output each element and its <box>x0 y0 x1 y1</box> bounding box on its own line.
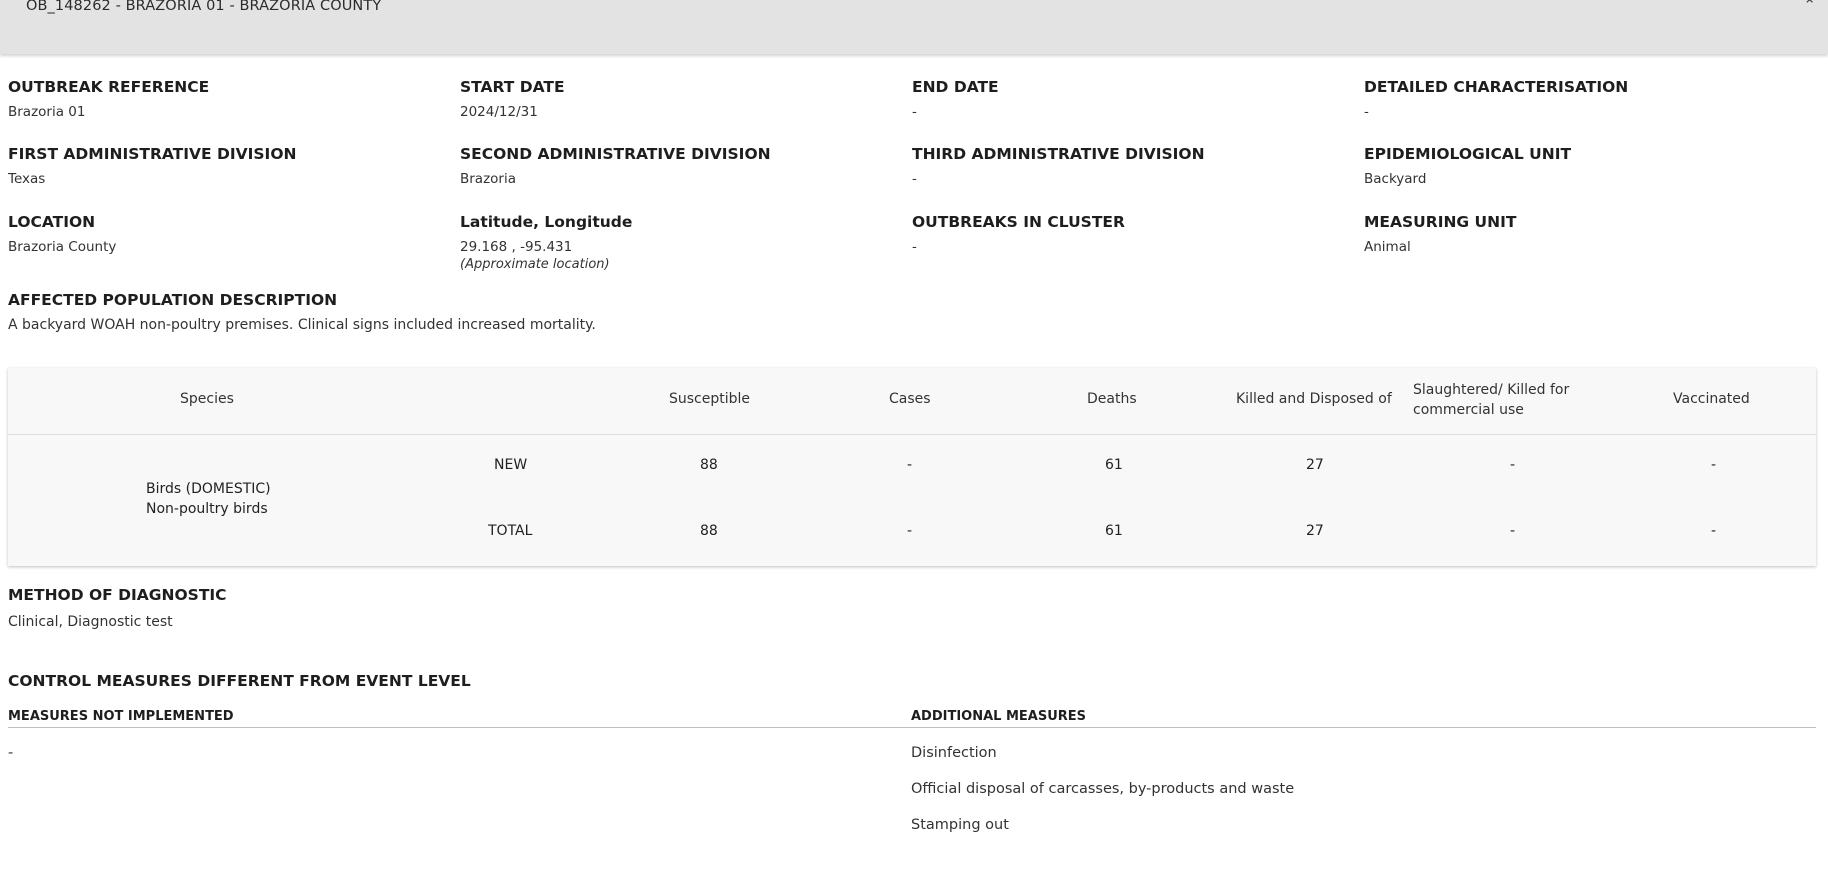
not-implemented-value: - <box>8 745 14 761</box>
row-type: NEW <box>494 457 528 473</box>
species-name: Birds (DOMESTIC) <box>146 481 271 497</box>
slaughtered-value: - <box>1510 457 1516 473</box>
column-header-vaccinated: Vaccinated <box>1673 391 1750 407</box>
end-date-field: END DATE - <box>912 78 1352 120</box>
field-label: THIRD ADMINISTRATIVE DIVISION <box>912 145 1205 163</box>
field-value: Backyard <box>1364 171 1427 187</box>
field-label: OUTBREAKS IN CLUSTER <box>912 213 1125 231</box>
second-admin-division-field: SECOND ADMINISTRATIVE DIVISION Brazoria <box>460 145 900 187</box>
start-date-field: START DATE 2024/12/31 <box>460 78 900 120</box>
control-measures-label: CONTROL MEASURES DIFFERENT FROM EVENT LE… <box>8 672 471 690</box>
species-table: Species Susceptible Cases Deaths Killed … <box>8 368 1816 566</box>
column-header-killed: Killed and Disposed of <box>1236 391 1392 407</box>
third-admin-division-field: THIRD ADMINISTRATIVE DIVISION - <box>912 145 1352 187</box>
cases-value: - <box>907 523 913 539</box>
field-label: START DATE <box>460 78 565 96</box>
field-label: SECOND ADMINISTRATIVE DIVISION <box>460 145 771 163</box>
row-type: TOTAL <box>488 523 533 539</box>
location-field: LOCATION Brazoria County <box>8 213 448 255</box>
field-value: Brazoria 01 <box>8 104 86 120</box>
outbreak-header[interactable]: OB_148262 - BRAZORIA 01 - BRAZORIA COUNT… <box>0 0 1828 54</box>
additional-measure-item: Stamping out <box>911 817 1009 833</box>
cases-value: - <box>907 457 913 473</box>
diagnostic-value: Clinical, Diagnostic test <box>8 614 173 630</box>
field-label: DETAILED CHARACTERISATION <box>1364 78 1629 96</box>
additional-measures-label: ADDITIONAL MEASURES <box>911 709 1087 724</box>
column-header-species: Species <box>180 391 234 407</box>
field-value: 2024/12/31 <box>460 104 538 120</box>
column-header-susceptible: Susceptible <box>669 391 751 407</box>
field-value: - <box>912 239 917 255</box>
species-cell: Birds (DOMESTIC) Non-poultry birds <box>146 479 271 519</box>
measuring-unit-field: MEASURING UNIT Animal <box>1364 213 1804 255</box>
killed-value: 27 <box>1306 457 1324 473</box>
field-value: Brazoria County <box>8 239 117 255</box>
deaths-value: 61 <box>1105 523 1123 539</box>
measures-not-implemented-label: MEASURES NOT IMPLEMENTED <box>8 709 234 724</box>
field-label: EPIDEMIOLOGICAL UNIT <box>1364 145 1572 163</box>
field-value: - <box>912 171 917 187</box>
first-admin-division-field: FIRST ADMINISTRATIVE DIVISION Texas <box>8 145 448 187</box>
chevron-up-icon[interactable]: ⌃ <box>1803 0 1816 14</box>
additional-measure-item: Disinfection <box>911 745 997 761</box>
killed-value: 27 <box>1306 523 1324 539</box>
outbreaks-in-cluster-field: OUTBREAKS IN CLUSTER - <box>912 213 1352 255</box>
detailed-characterisation-field: DETAILED CHARACTERISATION - <box>1364 78 1804 120</box>
field-value: - <box>1364 104 1369 120</box>
vaccinated-value: - <box>1711 523 1717 539</box>
susceptible-value: 88 <box>700 457 718 473</box>
field-label: MEASURING UNIT <box>1364 213 1517 231</box>
slaughtered-value: - <box>1510 523 1516 539</box>
approximate-location-note: (Approximate location) <box>460 257 610 272</box>
susceptible-value: 88 <box>700 523 718 539</box>
field-value: - <box>912 104 917 120</box>
diagnostic-label: METHOD OF DIAGNOSTIC <box>8 586 227 604</box>
field-value: Animal <box>1364 239 1411 255</box>
table-header: Species Susceptible Cases Deaths Killed … <box>8 368 1816 435</box>
field-value: Brazoria <box>460 171 517 187</box>
field-value: 29.168 , -95.431 <box>460 239 573 255</box>
field-label: OUTBREAK REFERENCE <box>8 78 210 96</box>
species-subtype: Non-poultry birds <box>146 501 268 517</box>
field-label: Latitude, Longitude <box>460 213 633 231</box>
lat-long-field: Latitude, Longitude 29.168 , -95.431 (Ap… <box>460 213 900 272</box>
field-label: END DATE <box>912 78 999 96</box>
epidemiological-unit-field: EPIDEMIOLOGICAL UNIT Backyard <box>1364 145 1804 187</box>
field-value: A backyard WOAH non-poultry premises. Cl… <box>8 317 596 333</box>
affected-population-field: AFFECTED POPULATION DESCRIPTION A backya… <box>8 291 1208 333</box>
field-label: AFFECTED POPULATION DESCRIPTION <box>8 291 338 309</box>
outbreak-title: OB_148262 - BRAZORIA 01 - BRAZORIA COUNT… <box>26 0 382 14</box>
measures-divider <box>8 727 1816 728</box>
field-label: FIRST ADMINISTRATIVE DIVISION <box>8 145 297 163</box>
field-label: LOCATION <box>8 213 96 231</box>
vaccinated-value: - <box>1711 457 1717 473</box>
outbreak-reference-field: OUTBREAK REFERENCE Brazoria 01 <box>8 78 448 120</box>
deaths-value: 61 <box>1105 457 1123 473</box>
field-value: Texas <box>8 171 46 187</box>
column-header-deaths: Deaths <box>1087 391 1137 407</box>
column-header-cases: Cases <box>889 391 931 407</box>
column-header-slaughtered: Slaughtered/ Killed for commercial use <box>1413 382 1570 418</box>
additional-measure-item: Official disposal of carcasses, by-produ… <box>911 781 1295 797</box>
